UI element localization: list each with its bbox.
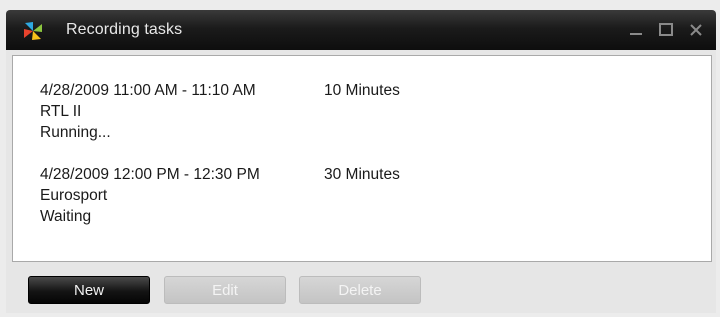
task-status: Waiting <box>40 208 92 225</box>
title-bar[interactable]: Recording tasks <box>6 10 716 50</box>
task-duration: 10 Minutes <box>324 82 400 99</box>
delete-button[interactable]: Delete <box>299 276 421 304</box>
minimize-icon[interactable] <box>626 20 646 40</box>
task-status: Running... <box>40 124 111 141</box>
pinwheel-app-icon <box>22 20 44 42</box>
task-time-range: 4/28/2009 11:00 AM - 11:10 AM <box>40 82 256 99</box>
new-button[interactable]: New <box>28 276 150 304</box>
recording-tasks-window: Recording tasks 4/28/2009 11:00 AM - 11:… <box>6 10 716 313</box>
task-channel: RTL II <box>40 103 82 120</box>
close-icon[interactable] <box>686 20 706 40</box>
task-duration: 30 Minutes <box>324 166 400 183</box>
task-time-range: 4/28/2009 12:00 PM - 12:30 PM <box>40 166 260 183</box>
task-channel: Eurosport <box>40 187 108 204</box>
list-item[interactable]: 4/28/2009 11:00 AM - 11:10 AM 10 Minutes … <box>40 80 400 143</box>
task-list[interactable]: 4/28/2009 11:00 AM - 11:10 AM 10 Minutes … <box>12 55 712 262</box>
window-title: Recording tasks <box>66 21 183 38</box>
list-item[interactable]: 4/28/2009 12:00 PM - 12:30 PM 30 Minutes … <box>40 164 400 227</box>
maximize-icon[interactable] <box>656 20 676 40</box>
edit-button[interactable]: Edit <box>164 276 286 304</box>
